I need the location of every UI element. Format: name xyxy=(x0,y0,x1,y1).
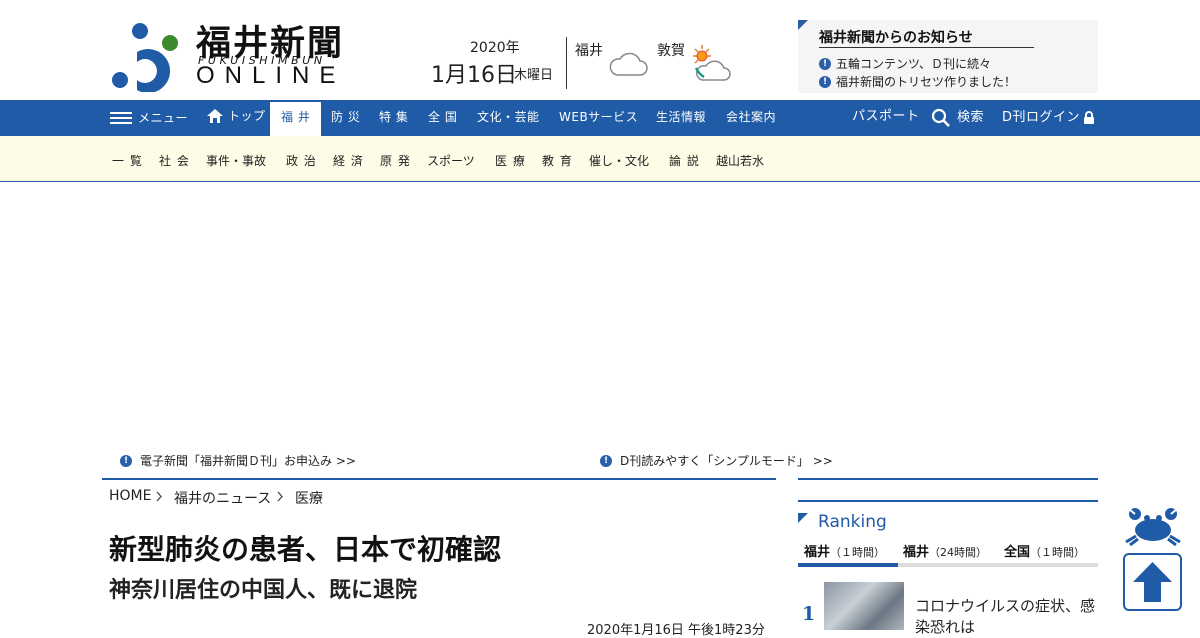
notice-item-label: 五輪コンテンツ、Ｄ刊に続々 xyxy=(836,57,992,71)
promo-link-label: 電子新聞「福井新聞Ｄ刊」お申込み >> xyxy=(140,454,356,468)
login-label: D刊ログイン xyxy=(1002,110,1081,125)
menu-button[interactable]: メニュー xyxy=(110,100,188,136)
article-published-date: 2020年1月16日 午後1時23分 xyxy=(587,623,765,638)
dkan-login-button[interactable]: D刊ログイン xyxy=(1002,100,1095,136)
ranking-top-rule xyxy=(798,500,1098,502)
article-headline: 新型肺炎の患者、日本で初確認 xyxy=(109,533,502,566)
nav-item-culture[interactable]: 文化・芸能 xyxy=(477,100,540,136)
ranking-tab-national-1h[interactable]: 全国（１時間） xyxy=(1004,541,1085,560)
subnav-item-nuclear[interactable]: 原 発 xyxy=(380,152,411,169)
ranking-title: Ranking xyxy=(818,512,887,532)
promo-link-label: D刊読みやすく「シンプルモード」 >> xyxy=(620,454,833,468)
search-label: 検索 xyxy=(957,110,985,125)
promo-link-dkan[interactable]: ! 電子新聞「福井新聞Ｄ刊」お申込み >> xyxy=(120,452,356,469)
subnav-item-incident[interactable]: 事件・事故 xyxy=(206,152,266,169)
promo-link-simple-mode[interactable]: ! D刊読みやすく「シンプルモード」 >> xyxy=(600,452,833,469)
notice-item[interactable]: ! 福井新聞のトリセツ作りました！ xyxy=(819,73,1016,90)
notice-item[interactable]: ! 五輪コンテンツ、Ｄ刊に続々 xyxy=(819,55,991,72)
nav-item-fukui[interactable]: 福 井 xyxy=(270,102,322,136)
ranking-corner-mark xyxy=(798,513,808,523)
chevron-right-icon xyxy=(156,491,162,502)
subnav-item-education[interactable]: 教 育 xyxy=(542,152,573,169)
subnav-item-society[interactable]: 社 会 xyxy=(159,152,190,169)
nav-item-web-services[interactable]: WEBサービス xyxy=(559,100,638,136)
site-logo[interactable]: 福井新聞 FUKUISHIMBUN ONLINE xyxy=(110,18,355,92)
ranking-tab-fukui-24h[interactable]: 福井（24時間） xyxy=(903,541,987,560)
weather-city-fukui[interactable]: 福井 xyxy=(575,40,603,60)
nav-item-tokushu[interactable]: 特 集 xyxy=(379,100,408,136)
subnav-item-medical[interactable]: 医 療 xyxy=(495,152,526,169)
subnav-item-economy[interactable]: 経 済 xyxy=(333,152,364,169)
notice-title: 福井新聞からのお知らせ xyxy=(819,30,973,46)
notice-corner-mark xyxy=(798,20,808,30)
sub-nav: 一 覧 社 会 事件・事故 政 治 経 済 原 発 スポーツ 医 療 教 育 催… xyxy=(0,136,1200,182)
ranking-item-number: 1 xyxy=(802,603,816,625)
nav-item-life[interactable]: 生活情報 xyxy=(656,100,706,136)
nav-item-top[interactable]: トップ xyxy=(206,98,266,134)
subnav-item-essay[interactable]: 越山若水 xyxy=(716,152,764,169)
info-bullet-icon: ! xyxy=(600,454,612,467)
hamburger-icon xyxy=(110,109,132,127)
ranking-tab-name: 全国 xyxy=(1004,545,1031,560)
date-divider xyxy=(566,37,567,89)
logo-online: ONLINE xyxy=(196,62,346,89)
logo-mark-icon xyxy=(112,23,178,92)
breadcrumb-medical[interactable]: 医療 xyxy=(295,488,323,508)
cloudy-icon xyxy=(609,52,648,76)
crab-mascot-icon xyxy=(1125,508,1181,546)
search-icon xyxy=(931,108,950,127)
ranking-item-thumbnail xyxy=(824,582,904,630)
subnav-item-list[interactable]: 一 覧 xyxy=(112,152,143,169)
scroll-to-top-button[interactable] xyxy=(1123,553,1182,611)
arrow-up-icon xyxy=(1133,562,1172,602)
nav-item-bousai[interactable]: 防 災 xyxy=(331,100,360,136)
ranking-tab-active-indicator xyxy=(798,563,898,567)
notice-underline xyxy=(819,47,1034,48)
ranking-tab-period: （１時間） xyxy=(830,546,886,559)
date-weekday: 木曜日 xyxy=(514,68,554,83)
sidebar-top-rule xyxy=(798,478,1098,480)
nav-item-zenkoku[interactable]: 全 国 xyxy=(428,100,457,136)
subnav-item-events[interactable]: 催し・文化 xyxy=(589,152,649,169)
menu-label: メニュー xyxy=(138,111,189,125)
subnav-item-editorial[interactable]: 論 説 xyxy=(669,152,700,169)
nav-item-company[interactable]: 会社案内 xyxy=(726,100,776,136)
ranking-tab-name: 福井 xyxy=(903,545,930,560)
ranking-item-title: コロナウイルスの症状、感染恐れは xyxy=(915,597,1096,636)
sun-cloud-rain-icon xyxy=(693,45,731,81)
nav-top-label: トップ xyxy=(228,109,266,123)
site-header: 福井新聞 FUKUISHIMBUN ONLINE 2020年 1月16日 木曜日… xyxy=(0,0,1200,100)
ranking-tab-period: （24時間） xyxy=(929,546,988,559)
date-year: 2020年 xyxy=(470,40,520,56)
chevron-right-icon xyxy=(277,491,283,502)
breadcrumb-fukui-news[interactable]: 福井のニュース xyxy=(174,488,271,508)
breadcrumb-home[interactable]: HOME xyxy=(109,488,151,504)
weather-city-tsuruga[interactable]: 敦賀 xyxy=(657,40,685,60)
ranking-tab-period: （１時間） xyxy=(1030,546,1086,559)
date-day: 1月16日 xyxy=(431,63,517,88)
notice-item-label: 福井新聞のトリセツ作りました！ xyxy=(836,75,1017,89)
lock-icon xyxy=(1084,111,1095,124)
info-bullet-icon: ! xyxy=(120,454,132,467)
content-top-rule xyxy=(102,478,776,480)
search-button[interactable]: 検索 xyxy=(931,100,984,136)
passport-link[interactable]: パスポート xyxy=(852,100,920,136)
ranking-tab-name: 福井 xyxy=(804,545,831,560)
notice-box: 福井新聞からのお知らせ ! 五輪コンテンツ、Ｄ刊に続々 ! 福井新聞のトリセツ作… xyxy=(798,20,1098,93)
article-subheadline: 神奈川居住の中国人、既に退院 xyxy=(109,578,418,603)
subnav-item-politics[interactable]: 政 治 xyxy=(286,152,317,169)
ranking-tab-fukui-1h[interactable]: 福井（１時間） xyxy=(804,541,885,560)
subnav-item-sports[interactable]: スポーツ xyxy=(427,152,475,169)
home-icon xyxy=(207,109,223,123)
main-nav: メニュー トップ 福 井 防 災 特 集 全 国 文化・芸能 WEBサービス 生… xyxy=(0,100,1200,136)
info-bullet-icon: ! xyxy=(819,75,831,88)
info-bullet-icon: ! xyxy=(819,57,831,70)
